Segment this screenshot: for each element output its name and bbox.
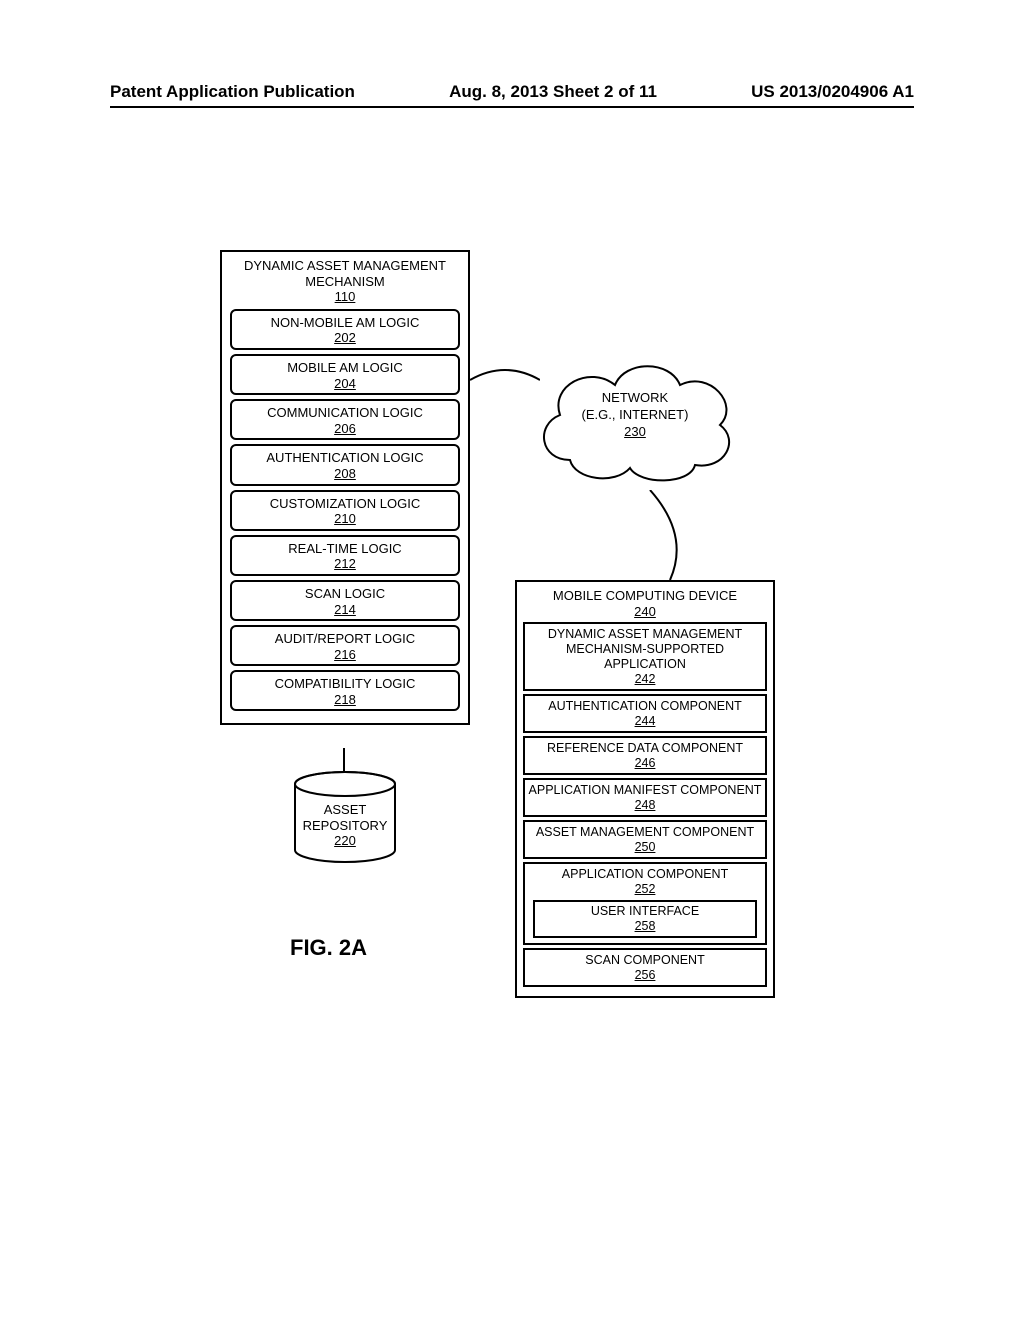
header-left: Patent Application Publication — [110, 82, 355, 102]
logic-box: SCAN LOGIC214 — [230, 580, 460, 621]
component-box: REFERENCE DATA COMPONENT246 — [523, 736, 767, 775]
logic-box: COMPATIBILITY LOGIC218 — [230, 670, 460, 711]
diagram-fig-2a: DYNAMIC ASSET MANAGEMENT MECHANISM 110 N… — [220, 250, 800, 1090]
logic-box: NON-MOBILE AM LOGIC202 — [230, 309, 460, 350]
page-header: Patent Application Publication Aug. 8, 2… — [110, 82, 914, 102]
header-right: US 2013/0204906 A1 — [751, 82, 914, 102]
device-title: MOBILE COMPUTING DEVICE 240 — [521, 588, 769, 619]
mechanism-box: DYNAMIC ASSET MANAGEMENT MECHANISM 110 N… — [220, 250, 470, 725]
connector-network-device — [640, 490, 700, 580]
figure-label: FIG. 2A — [290, 935, 367, 961]
logic-box: CUSTOMIZATION LOGIC210 — [230, 490, 460, 531]
header-rule — [110, 106, 914, 108]
mechanism-column: DYNAMIC ASSET MANAGEMENT MECHANISM 110 N… — [220, 250, 470, 725]
mobile-device-box: MOBILE COMPUTING DEVICE 240 DYNAMIC ASSE… — [515, 580, 775, 998]
supported-application-box: DYNAMIC ASSET MANAGEMENT MECHANISM-SUPPO… — [523, 622, 767, 691]
logic-box: COMMUNICATION LOGIC206 — [230, 399, 460, 440]
header-center: Aug. 8, 2013 Sheet 2 of 11 — [449, 82, 657, 102]
connector-mechanism-network — [470, 365, 540, 395]
application-component-box: APPLICATION COMPONENT 252 USER INTERFACE… — [523, 862, 767, 945]
component-box: AUTHENTICATION COMPONENT244 — [523, 694, 767, 733]
logic-box: REAL-TIME LOGIC212 — [230, 535, 460, 576]
asset-repository: ASSET REPOSITORY 220 — [290, 770, 400, 870]
component-box: APPLICATION MANIFEST COMPONENT248 — [523, 778, 767, 817]
scan-component-box: SCAN COMPONENT 256 — [523, 948, 767, 987]
logic-box: AUDIT/REPORT LOGIC216 — [230, 625, 460, 666]
mechanism-title: DYNAMIC ASSET MANAGEMENT MECHANISM 110 — [228, 258, 462, 305]
user-interface-box: USER INTERFACE 258 — [533, 900, 757, 938]
logic-box: MOBILE AM LOGIC204 — [230, 354, 460, 395]
component-box: ASSET MANAGEMENT COMPONENT250 — [523, 820, 767, 859]
logic-box: AUTHENTICATION LOGIC208 — [230, 444, 460, 485]
network-label: NETWORK (E.G., INTERNET) 230 — [570, 390, 700, 441]
repository-label: ASSET REPOSITORY 220 — [290, 802, 400, 849]
